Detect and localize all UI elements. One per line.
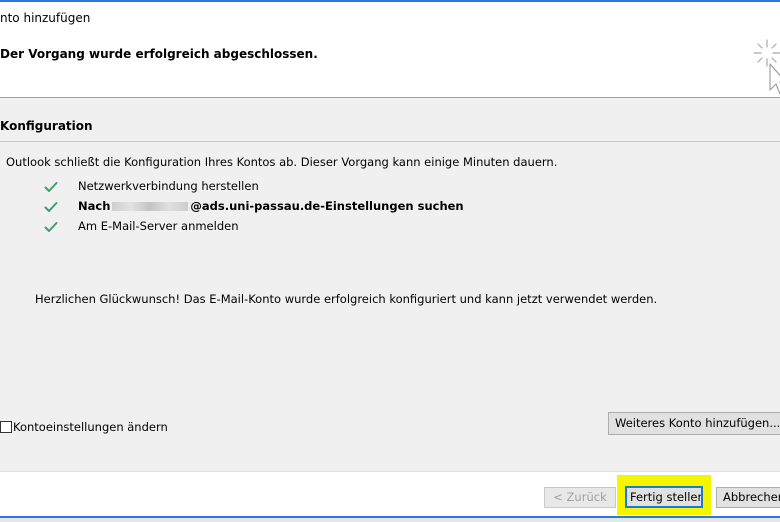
step-label-suffix: @ads.uni-passau.de-Einstellungen suchen bbox=[190, 199, 464, 213]
section-divider bbox=[0, 141, 780, 142]
status-subtitle: Der Vorgang wurde erfolgreich abgeschlos… bbox=[0, 47, 318, 61]
intro-text: Outlook schließt die Konfiguration Ihres… bbox=[6, 155, 558, 169]
step-label-prefix: Nach bbox=[78, 199, 111, 213]
window-bottom-border bbox=[0, 516, 780, 518]
back-button[interactable]: < Zurück bbox=[544, 487, 616, 508]
step-label: Am E-Mail-Server anmelden bbox=[78, 219, 239, 233]
add-another-account-button[interactable]: Weiteres Konto hinzufügen... bbox=[608, 412, 780, 435]
step-label: Netzwerkverbindung herstellen bbox=[78, 179, 259, 193]
checkmark-icon bbox=[44, 222, 58, 232]
window-top-border bbox=[0, 0, 780, 2]
congrats-message: Herzlichen Glückwunsch! Das E-Mail-Konto… bbox=[35, 292, 658, 306]
step-label: Nach @ads.uni-passau.de-Einstellungen suc… bbox=[78, 199, 464, 213]
section-title: Konfiguration bbox=[0, 119, 93, 133]
cancel-button[interactable]: Abbrechen bbox=[716, 487, 780, 508]
add-account-dialog: nto hinzufügen Der Vorgang wurde erfolgr… bbox=[0, 0, 780, 522]
finish-button[interactable]: Fertig stellen bbox=[625, 486, 703, 508]
change-settings-label[interactable]: Kontoeinstellungen ändern bbox=[13, 420, 168, 434]
redacted-username bbox=[112, 202, 189, 211]
checkmark-icon bbox=[44, 202, 58, 212]
busy-spinner-icon bbox=[753, 39, 780, 94]
change-settings-checkbox[interactable] bbox=[0, 421, 12, 433]
window-title: nto hinzufügen bbox=[0, 11, 91, 25]
footer-divider bbox=[0, 471, 780, 472]
checkmark-icon bbox=[44, 182, 58, 192]
